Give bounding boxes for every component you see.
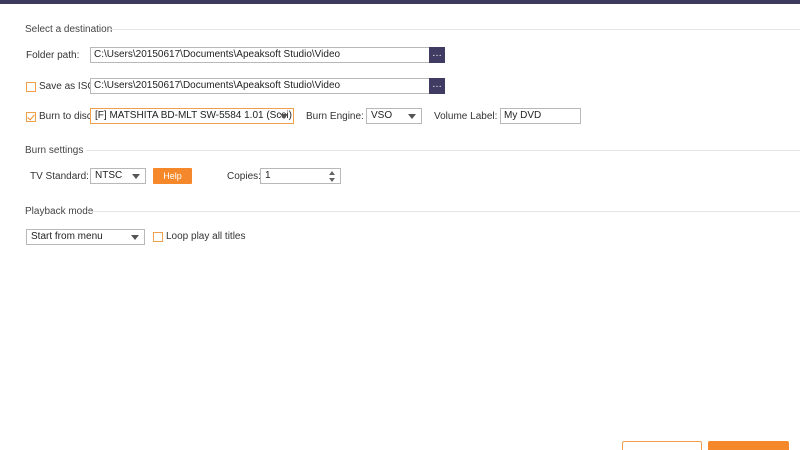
- chevron-down-icon: [132, 174, 140, 179]
- section-title-destination: Select a destination: [25, 24, 113, 35]
- divider-burn-settings: [86, 150, 800, 151]
- copies-value: 1: [265, 170, 271, 181]
- volume-label-input[interactable]: My DVD: [500, 108, 581, 124]
- folder-path-browse-button[interactable]: …: [429, 47, 445, 63]
- divider-destination: [110, 29, 800, 30]
- tv-standard-label: TV Standard:: [30, 171, 89, 182]
- disc-drive-value: [F] MATSHITA BD-MLT SW-5584 1.01 (Scsi): [95, 110, 292, 121]
- loop-all-checkbox[interactable]: [153, 232, 163, 242]
- section-title-playback-mode: Playback mode: [25, 206, 94, 217]
- iso-path-input[interactable]: C:\Users\20150617\Documents\Apeaksoft St…: [90, 78, 430, 94]
- spinner-arrows-icon[interactable]: [329, 171, 336, 182]
- folder-path-label: Folder path:: [26, 50, 80, 61]
- divider-playback-mode: [88, 211, 800, 212]
- help-button[interactable]: Help: [153, 168, 192, 184]
- burn-engine-value: VSO: [371, 110, 393, 121]
- tv-standard-select[interactable]: NTSC: [90, 168, 146, 184]
- footer-secondary-button[interactable]: [622, 441, 702, 450]
- folder-path-input[interactable]: C:\Users\20150617\Documents\Apeaksoft St…: [90, 47, 430, 63]
- burn-to-disc-label: Burn to disc: [39, 111, 92, 122]
- save-as-iso-label: Save as ISO: [39, 81, 96, 92]
- playback-mode-select[interactable]: Start from menu: [26, 229, 145, 245]
- copies-spinner[interactable]: 1: [260, 168, 341, 184]
- section-title-burn-settings: Burn settings: [25, 145, 84, 156]
- footer-primary-button[interactable]: [708, 441, 789, 450]
- save-as-iso-checkbox[interactable]: [26, 82, 36, 92]
- window-top-bar: [0, 0, 800, 4]
- burn-to-disc-checkbox[interactable]: [26, 112, 36, 122]
- burn-engine-select[interactable]: VSO: [366, 108, 422, 124]
- disc-drive-select[interactable]: [F] MATSHITA BD-MLT SW-5584 1.01 (Scsi): [90, 108, 294, 124]
- chevron-down-icon: [280, 114, 288, 119]
- playback-mode-value: Start from menu: [31, 231, 103, 242]
- chevron-down-icon: [131, 235, 139, 240]
- tv-standard-value: NTSC: [95, 170, 123, 181]
- loop-all-label: Loop play all titles: [166, 231, 246, 242]
- volume-label-label: Volume Label:: [434, 111, 498, 122]
- burn-engine-label: Burn Engine:: [306, 111, 364, 122]
- chevron-down-icon: [408, 114, 416, 119]
- copies-label: Copies:: [227, 171, 261, 182]
- iso-path-browse-button[interactable]: …: [429, 78, 445, 94]
